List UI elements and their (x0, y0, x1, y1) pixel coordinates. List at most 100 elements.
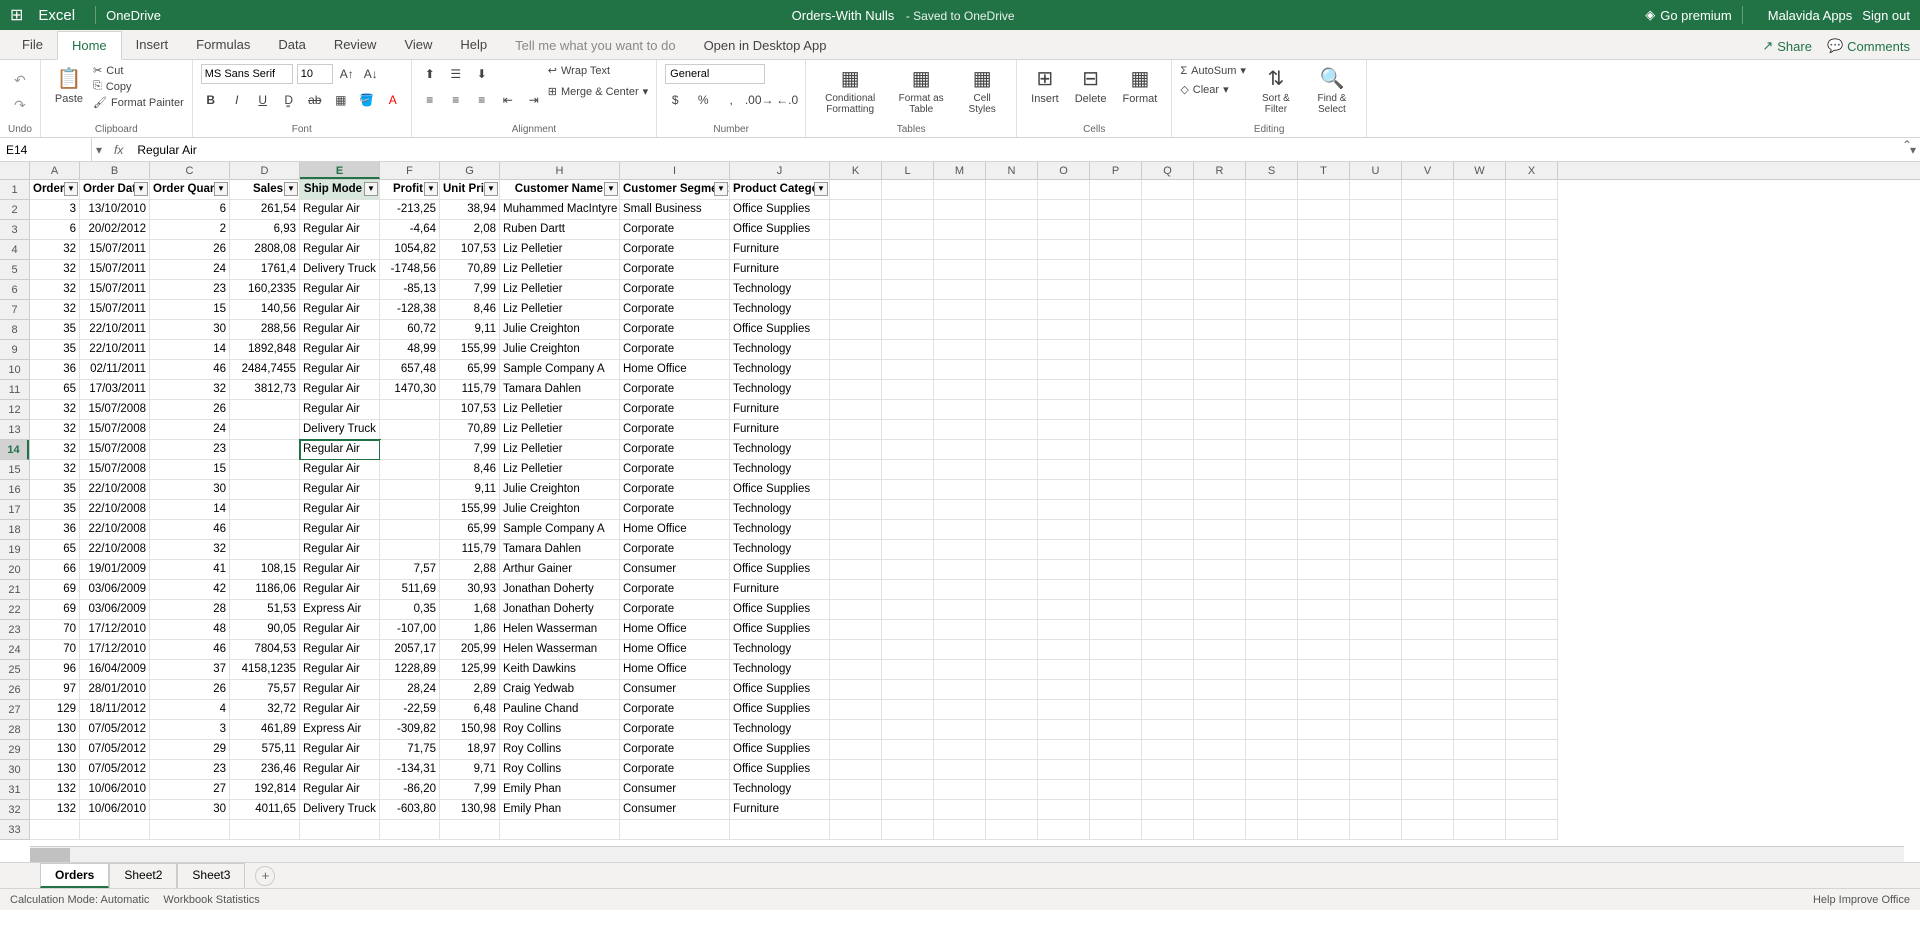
cell[interactable] (1350, 560, 1402, 580)
cell[interactable] (1298, 660, 1350, 680)
cell[interactable]: 46 (150, 520, 230, 540)
cell[interactable] (1454, 540, 1506, 560)
cell[interactable] (1142, 500, 1194, 520)
cell[interactable] (1246, 800, 1298, 820)
cell[interactable] (1350, 540, 1402, 560)
col-header-P[interactable]: P (1090, 162, 1142, 179)
decrease-decimal-button[interactable]: ←.0 (777, 90, 797, 110)
cell[interactable] (1090, 280, 1142, 300)
cell[interactable] (882, 800, 934, 820)
cell[interactable] (882, 740, 934, 760)
cell[interactable] (830, 280, 882, 300)
cell[interactable] (986, 400, 1038, 420)
cell[interactable]: Office Supplies (730, 560, 830, 580)
cell[interactable] (1038, 320, 1090, 340)
cell[interactable] (1350, 340, 1402, 360)
cell[interactable]: Consumer (620, 780, 730, 800)
cell[interactable] (1402, 800, 1454, 820)
cell[interactable] (830, 500, 882, 520)
cell[interactable] (1506, 300, 1558, 320)
cell[interactable] (1038, 240, 1090, 260)
cell[interactable]: 46 (150, 640, 230, 660)
cell[interactable] (986, 460, 1038, 480)
cell[interactable] (1246, 360, 1298, 380)
cell[interactable]: Corporate (620, 480, 730, 500)
cell[interactable] (1090, 800, 1142, 820)
cell[interactable] (1350, 700, 1402, 720)
row-header-4[interactable]: 4 (0, 240, 29, 260)
cell[interactable] (1194, 380, 1246, 400)
menu-tab-help[interactable]: Help (446, 31, 501, 59)
cell[interactable]: 15/07/2011 (80, 300, 150, 320)
spreadsheet-grid[interactable]: ABCDEFGHIJKLMNOPQRSTUVWX 123456789101112… (0, 162, 1920, 862)
cell[interactable] (1142, 700, 1194, 720)
cell[interactable]: -1748,56 (380, 260, 440, 280)
cell[interactable]: Express Air (300, 600, 380, 620)
cell[interactable]: 1470,30 (380, 380, 440, 400)
cell[interactable] (986, 420, 1038, 440)
cell[interactable] (1454, 240, 1506, 260)
cell[interactable]: 132 (30, 780, 80, 800)
cell[interactable]: 35 (30, 320, 80, 340)
cell[interactable] (1142, 540, 1194, 560)
cell[interactable] (1194, 420, 1246, 440)
cell[interactable] (1350, 520, 1402, 540)
cell[interactable] (1350, 640, 1402, 660)
cell[interactable] (1246, 640, 1298, 660)
cell[interactable] (1506, 680, 1558, 700)
cell[interactable] (934, 420, 986, 440)
sheet-tab-sheet2[interactable]: Sheet2 (109, 863, 177, 888)
onedrive-label[interactable]: OneDrive (106, 8, 161, 23)
undo-button[interactable]: ↶ (14, 72, 26, 89)
cell[interactable] (1194, 260, 1246, 280)
cell[interactable] (1454, 600, 1506, 620)
cell[interactable]: Roy Collins (500, 740, 620, 760)
cell[interactable] (934, 500, 986, 520)
cell[interactable]: 23 (150, 440, 230, 460)
cell[interactable]: -85,13 (380, 280, 440, 300)
cell[interactable] (882, 820, 934, 840)
row-header-3[interactable]: 3 (0, 220, 29, 240)
cell[interactable] (934, 300, 986, 320)
cell[interactable] (934, 320, 986, 340)
cell[interactable]: Technology (730, 640, 830, 660)
cell[interactable] (1090, 640, 1142, 660)
cell[interactable]: Technology (730, 520, 830, 540)
cell[interactable] (1246, 440, 1298, 460)
cell[interactable] (1298, 640, 1350, 660)
cell[interactable]: 22/10/2011 (80, 340, 150, 360)
cell[interactable] (934, 240, 986, 260)
cell[interactable]: 28 (150, 600, 230, 620)
cell[interactable] (934, 200, 986, 220)
cell[interactable] (1038, 340, 1090, 360)
cell[interactable]: 30 (150, 320, 230, 340)
row-header-8[interactable]: 8 (0, 320, 29, 340)
cell[interactable] (986, 240, 1038, 260)
cell[interactable]: 9,71 (440, 760, 500, 780)
cell[interactable] (1298, 680, 1350, 700)
cell[interactable]: 15 (150, 300, 230, 320)
cell[interactable] (1402, 180, 1454, 200)
cell[interactable] (380, 520, 440, 540)
decrease-font-icon[interactable]: A↓ (361, 64, 381, 84)
cell[interactable]: 115,79 (440, 380, 500, 400)
cell[interactable] (1350, 760, 1402, 780)
col-header-I[interactable]: I (620, 162, 730, 179)
cell[interactable] (1038, 640, 1090, 660)
cell[interactable]: 15 (150, 460, 230, 480)
row-header-7[interactable]: 7 (0, 300, 29, 320)
col-header-T[interactable]: T (1298, 162, 1350, 179)
add-sheet-button[interactable]: + (255, 866, 275, 886)
cell[interactable] (1194, 460, 1246, 480)
cell[interactable] (1090, 220, 1142, 240)
cell[interactable]: 38,94 (440, 200, 500, 220)
cell[interactable]: Consumer (620, 560, 730, 580)
cell[interactable] (934, 740, 986, 760)
cell[interactable] (1038, 180, 1090, 200)
increase-indent-button[interactable]: ⇥ (524, 90, 544, 110)
cell[interactable]: Regular Air (300, 480, 380, 500)
cell[interactable] (986, 600, 1038, 620)
cell[interactable]: 15/07/2008 (80, 440, 150, 460)
cell[interactable] (1038, 400, 1090, 420)
cell[interactable]: Regular Air (300, 440, 380, 460)
